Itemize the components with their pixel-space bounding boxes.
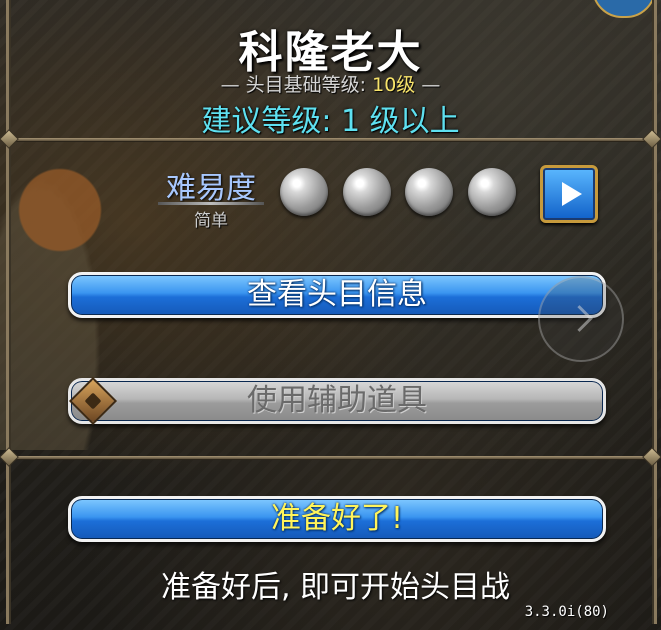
divider-bottom xyxy=(6,456,657,459)
difficulty-orb-4 xyxy=(468,168,516,216)
side-scroll-button[interactable] xyxy=(538,276,624,362)
play-triangle-icon xyxy=(562,182,582,206)
difficulty-label: 难易度 xyxy=(166,171,256,206)
difficulty-value: 简单 xyxy=(194,211,228,231)
difficulty-orb-3 xyxy=(405,168,453,216)
chevron-right-icon xyxy=(566,305,593,332)
difficulty-orb-1 xyxy=(280,168,328,216)
version-label: 3.3.0i(80) xyxy=(524,604,609,620)
difficulty-next-button[interactable] xyxy=(540,165,598,223)
base-level-value: 10级 xyxy=(372,74,416,96)
difficulty-orb-2 xyxy=(343,168,391,216)
difficulty-underline xyxy=(158,202,264,205)
ready-button[interactable]: 准备好了! xyxy=(68,496,606,542)
base-level-label: 头目基础等级: xyxy=(245,74,367,96)
ready-hint-text: 准备好后, 即可开始头目战 xyxy=(160,570,511,605)
base-level-line: — 头目基础等级: 10级 — xyxy=(220,74,441,96)
boss-info-button[interactable]: 查看头目信息 xyxy=(68,272,606,318)
use-item-button[interactable]: 使用辅助道具 xyxy=(68,378,606,424)
recommended-level: 建议等级: 1 级以上 xyxy=(201,104,460,139)
